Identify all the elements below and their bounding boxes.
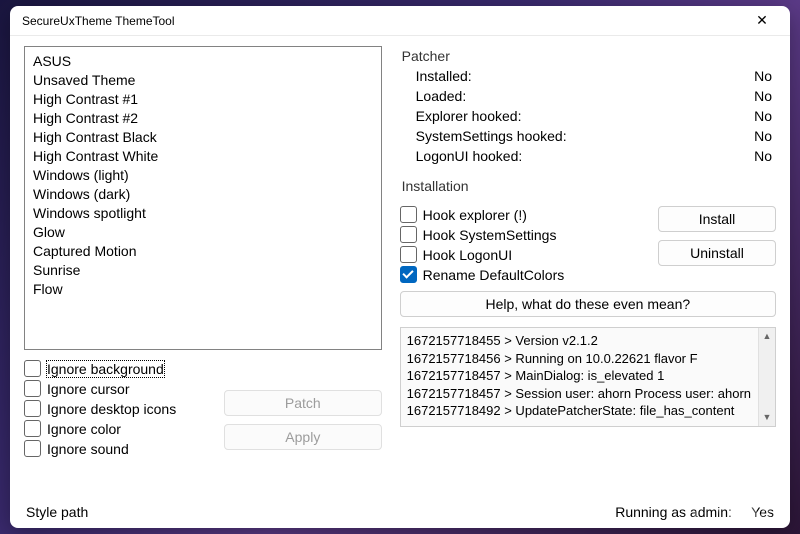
log-line: 1672157718455 > Version v2.1.2 [407,332,769,350]
hook-logonui-label: Hook LogonUI [423,247,513,263]
installation-row: Hook explorer (!) Hook SystemSettings Ho… [400,204,776,283]
installation-checks: Hook explorer (!) Hook SystemSettings Ho… [400,206,646,283]
patch-button[interactable]: Patch [224,390,382,416]
left-buttons: Patch Apply [224,360,382,457]
ignore-desktop-icons-label: Ignore desktop icons [47,401,176,417]
status-value: No [754,148,772,164]
list-item[interactable]: Sunrise [31,260,375,279]
list-item[interactable]: High Contrast #1 [31,89,375,108]
help-button[interactable]: Help, what do these even mean? [400,291,776,317]
installation-title: Installation [400,176,776,196]
log-line: 1672157718457 > Session user: ahorn Proc… [407,385,769,403]
hook-explorer-checkbox[interactable]: Hook explorer (!) [400,206,646,223]
running-as-admin-value: Yes [751,504,774,520]
status-row: SystemSettings hooked: No [400,126,776,146]
ignore-checks: Ignore background Ignore cursor Ignore d… [24,360,204,457]
log-scrollbar[interactable]: ▲ ▼ [758,328,775,426]
list-item[interactable]: Windows (light) [31,165,375,184]
apply-button[interactable]: Apply [224,424,382,450]
log-line: 1672157718457 > MainDialog: is_elevated … [407,367,769,385]
ignore-color-label: Ignore color [47,421,121,437]
ignore-background-checkbox[interactable]: Ignore background [24,360,204,377]
theme-listbox[interactable]: ASUSUnsaved ThemeHigh Contrast #1High Co… [24,46,382,350]
status-value: No [754,108,772,124]
close-icon[interactable]: ✕ [742,7,782,35]
ignore-section: Ignore background Ignore cursor Ignore d… [24,360,382,457]
list-item[interactable]: Windows (dark) [31,184,375,203]
list-item[interactable]: High Contrast Black [31,127,375,146]
hook-systemsettings-checkbox[interactable]: Hook SystemSettings [400,226,646,243]
log-line: 1672157718456 > Running on 10.0.22621 fl… [407,350,769,368]
list-item[interactable]: Unsaved Theme [31,70,375,89]
ignore-cursor-label: Ignore cursor [47,381,129,397]
patcher-title: Patcher [400,46,776,66]
footer: Style path Running as admin: Yes [10,500,790,528]
status-label: LogonUI hooked: [416,148,523,164]
hook-systemsettings-label: Hook SystemSettings [423,227,557,243]
list-item[interactable]: Flow [31,279,375,298]
left-column: ASUSUnsaved ThemeHigh Contrast #1High Co… [24,46,382,494]
log-panel[interactable]: 1672157718455 > Version v2.1.21672157718… [400,327,776,427]
list-item[interactable]: Windows spotlight [31,203,375,222]
status-value: No [754,128,772,144]
status-label: Explorer hooked: [416,108,522,124]
status-value: No [754,88,772,104]
ignore-sound-label: Ignore sound [47,441,129,457]
list-item[interactable]: ASUS [31,51,375,70]
content: ASUSUnsaved ThemeHigh Contrast #1High Co… [10,36,790,500]
install-button[interactable]: Install [658,206,776,232]
uninstall-button[interactable]: Uninstall [658,240,776,266]
app-window: SecureUxTheme ThemeTool ✕ ASUSUnsaved Th… [10,6,790,528]
status-row: Installed: No [400,66,776,86]
list-item[interactable]: Captured Motion [31,241,375,260]
log-line: 1672157718492 > UpdatePatcherState: file… [407,402,769,420]
hook-logonui-checkbox[interactable]: Hook LogonUI [400,246,646,263]
style-path-label: Style path [26,504,88,520]
rename-defaultcolors-label: Rename DefaultColors [423,267,565,283]
running-as-admin-label: Running as admin: [615,504,732,520]
rename-defaultcolors-checkbox[interactable]: Rename DefaultColors [400,266,646,283]
patcher-status: Installed:NoLoaded:NoExplorer hooked:NoS… [400,66,776,166]
status-row: Loaded: No [400,86,776,106]
scroll-down-icon[interactable]: ▼ [759,409,775,426]
ignore-background-label: Ignore background [47,361,164,377]
list-item[interactable]: Glow [31,222,375,241]
running-as-admin: Running as admin: Yes [615,504,774,520]
status-value: No [754,68,772,84]
ignore-desktop-icons-checkbox[interactable]: Ignore desktop icons [24,400,204,417]
list-item[interactable]: High Contrast #2 [31,108,375,127]
ignore-color-checkbox[interactable]: Ignore color [24,420,204,437]
window-title: SecureUxTheme ThemeTool [22,14,742,28]
status-label: Installed: [416,68,472,84]
ignore-sound-checkbox[interactable]: Ignore sound [24,440,204,457]
status-row: LogonUI hooked: No [400,146,776,166]
list-item[interactable]: High Contrast White [31,146,375,165]
scroll-up-icon[interactable]: ▲ [759,328,775,345]
status-label: SystemSettings hooked: [416,128,567,144]
titlebar: SecureUxTheme ThemeTool ✕ [10,6,790,36]
ignore-cursor-checkbox[interactable]: Ignore cursor [24,380,204,397]
status-label: Loaded: [416,88,467,104]
hook-explorer-label: Hook explorer (!) [423,207,527,223]
installation-buttons: Install Uninstall [658,206,776,266]
status-row: Explorer hooked: No [400,106,776,126]
right-column: Patcher Installed:NoLoaded:NoExplorer ho… [400,46,776,494]
